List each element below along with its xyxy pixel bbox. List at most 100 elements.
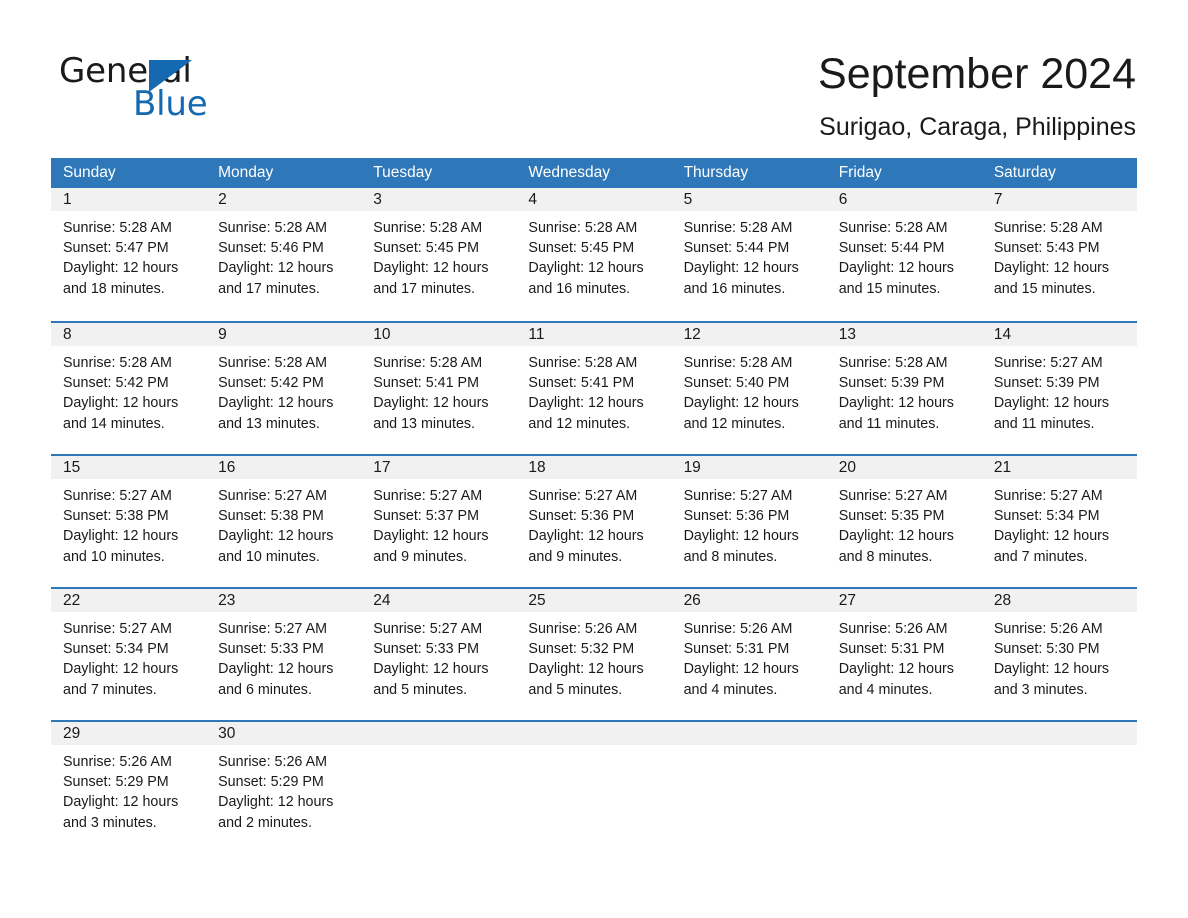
calendar-day-cell[interactable]: 16 Sunrise: 5:27 AM Sunset: 5:38 PM Dayligh… <box>206 456 362 587</box>
day-number: 8 <box>63 326 72 343</box>
calendar-day-cell[interactable]: 3 Sunrise: 5:28 AM Sunset: 5:45 PM Daylight… <box>361 188 517 321</box>
weeks-container: 1 Sunrise: 5:28 AM Sunset: 5:47 PM Daylight… <box>51 188 1137 853</box>
sunrise-text: Sunrise: 5:26 AM <box>683 621 793 637</box>
calendar-page: General Blue September 2024 Surigao, Car… <box>0 0 1188 918</box>
calendar-day-cell[interactable]: 4 Sunrise: 5:28 AM Sunset: 5:45 PM Daylight… <box>516 188 672 321</box>
day-number-band: 16 <box>206 456 362 479</box>
day-number-band: 15 <box>51 456 207 479</box>
daylight-text: Daylight: 12 hours and 13 minutes. <box>218 395 334 432</box>
weekday-header-friday: Friday <box>838 164 882 181</box>
day-number: 5 <box>683 191 693 208</box>
calendar-day-cell[interactable]: 15 Sunrise: 5:27 AM Sunset: 5:38 PM Dayligh… <box>51 456 207 587</box>
sunrise-text: Sunrise: 5:28 AM <box>218 220 328 236</box>
sunset-text: Sunset: 5:33 PM <box>373 641 479 658</box>
calendar-day-cell[interactable]: 22 Sunrise: 5:27 AM Sunset: 5:34 PM Dayligh… <box>51 589 207 720</box>
calendar-day-cell[interactable]: 7 Sunrise: 5:28 AM Sunset: 5:43 PM Daylight… <box>981 188 1137 321</box>
sunrise-text: Sunrise: 5:27 AM <box>373 488 483 504</box>
day-number-band: 22 <box>51 589 207 612</box>
day-number: 1 <box>63 191 72 208</box>
calendar-day-cell[interactable]: 26 Sunrise: 5:26 AM Sunset: 5:31 PM Dayligh… <box>671 589 827 720</box>
calendar-day-cell[interactable]: 25 Sunrise: 5:26 AM Sunset: 5:32 PM Dayligh… <box>516 589 672 720</box>
weekday-header-saturday: Saturday <box>993 164 1056 181</box>
calendar-day-cell-empty <box>671 722 827 853</box>
calendar-day-cell[interactable]: 11 Sunrise: 5:28 AM Sunset: 5:41 PM Dayligh… <box>516 323 672 454</box>
calendar-day-cell[interactable]: 14 Sunrise: 5:27 AM Sunset: 5:39 PM Dayligh… <box>981 323 1137 454</box>
calendar-day-cell[interactable]: 18 Sunrise: 5:27 AM Sunset: 5:36 PM Dayligh… <box>516 456 672 587</box>
calendar-day-cell[interactable]: 2 Sunrise: 5:28 AM Sunset: 5:46 PM Daylight… <box>206 188 362 321</box>
daylight-text: Daylight: 12 hours and 9 minutes. <box>528 528 644 565</box>
calendar-week-row: 1 Sunrise: 5:28 AM Sunset: 5:47 PM Daylight… <box>51 188 1137 321</box>
day-number: 30 <box>218 725 236 742</box>
day-number-band: 25 <box>516 589 672 612</box>
calendar-day-cell[interactable]: 17 Sunrise: 5:27 AM Sunset: 5:37 PM Dayligh… <box>361 456 517 587</box>
day-details: Sunrise: 5:28 AM Sunset: 5:44 PM Daylight:… <box>672 211 827 299</box>
sunrise-text: Sunrise: 5:28 AM <box>373 220 483 236</box>
day-number-band: 27 <box>826 589 982 612</box>
calendar-day-cell[interactable]: 12 Sunrise: 5:28 AM Sunset: 5:40 PM Dayligh… <box>671 323 827 454</box>
daylight-text: Daylight: 12 hours and 4 minutes. <box>683 661 799 698</box>
sunrise-text: Sunrise: 5:27 AM <box>373 621 483 637</box>
calendar-day-cell[interactable]: 29 Sunrise: 5:26 AM Sunset: 5:29 PM Dayligh… <box>51 722 207 853</box>
sunset-text: Sunset: 5:29 PM <box>218 774 324 791</box>
daylight-text: Daylight: 12 hours and 11 minutes. <box>993 395 1110 432</box>
sunset-text: Sunset: 5:30 PM <box>993 641 1100 658</box>
title-block: September 2024 Surigao, Caraga, Philippi… <box>818 48 1136 142</box>
sunset-text: Sunset: 5:34 PM <box>63 641 169 658</box>
daylight-text: Daylight: 12 hours and 10 minutes. <box>63 528 179 565</box>
day-details: Sunrise: 5:28 AM Sunset: 5:42 PM Daylight:… <box>206 346 361 434</box>
sunset-text: Sunset: 5:38 PM <box>218 508 324 525</box>
calendar-day-cell[interactable]: 24 Sunrise: 5:27 AM Sunset: 5:33 PM Dayligh… <box>361 589 517 720</box>
sunrise-text: Sunrise: 5:27 AM <box>528 488 638 504</box>
daylight-text: Daylight: 12 hours and 17 minutes. <box>373 260 489 297</box>
calendar-day-cell[interactable]: 28 Sunrise: 5:26 AM Sunset: 5:30 PM Dayligh… <box>981 589 1137 720</box>
day-number: 12 <box>683 326 701 343</box>
day-number-band: 30 <box>206 722 362 745</box>
calendar-day-cell[interactable]: 21 Sunrise: 5:27 AM Sunset: 5:34 PM Dayligh… <box>981 456 1137 587</box>
day-details: Sunrise: 5:26 AM Sunset: 5:29 PM Daylight:… <box>51 745 206 833</box>
calendar-week-row: 29 Sunrise: 5:26 AM Sunset: 5:29 PM Dayligh… <box>51 720 1137 853</box>
calendar-day-cell[interactable]: 9 Sunrise: 5:28 AM Sunset: 5:42 PM Daylight… <box>206 323 362 454</box>
calendar-day-cell[interactable]: 10 Sunrise: 5:28 AM Sunset: 5:41 PM Dayligh… <box>361 323 517 454</box>
calendar-day-cell[interactable]: 8 Sunrise: 5:28 AM Sunset: 5:42 PM Daylight… <box>51 323 207 454</box>
sunset-text: Sunset: 5:31 PM <box>838 641 945 658</box>
day-number: 21 <box>993 459 1012 476</box>
day-details: Sunrise: 5:26 AM Sunset: 5:29 PM Daylight:… <box>206 745 361 833</box>
day-number-band: 19 <box>671 456 827 479</box>
day-number: 26 <box>683 592 701 609</box>
sunset-text: Sunset: 5:36 PM <box>683 508 790 525</box>
day-number: 15 <box>63 459 81 476</box>
calendar-day-cell-empty <box>981 722 1137 853</box>
day-number: 14 <box>993 326 1012 343</box>
calendar-day-cell[interactable]: 19 Sunrise: 5:27 AM Sunset: 5:36 PM Dayligh… <box>671 456 827 587</box>
sunset-text: Sunset: 5:43 PM <box>993 240 1100 257</box>
page-title: September 2024 <box>818 50 1136 98</box>
calendar-week-row: 22 Sunrise: 5:27 AM Sunset: 5:34 PM Dayligh… <box>51 587 1137 720</box>
day-number-band <box>826 722 982 745</box>
weekday-header-thursday: Thursday <box>683 164 749 181</box>
sunset-text: Sunset: 5:38 PM <box>63 508 169 525</box>
daylight-text: Daylight: 12 hours and 9 minutes. <box>373 528 489 565</box>
calendar-day-cell[interactable]: 23 Sunrise: 5:27 AM Sunset: 5:33 PM Dayligh… <box>206 589 362 720</box>
calendar-day-cell[interactable]: 5 Sunrise: 5:28 AM Sunset: 5:44 PM Daylight… <box>671 188 827 321</box>
weekday-header-wednesday: Wednesday <box>528 164 610 181</box>
sunset-text: Sunset: 5:42 PM <box>63 375 169 392</box>
day-number-band: 24 <box>361 589 517 612</box>
calendar-day-cell[interactable]: 20 Sunrise: 5:27 AM Sunset: 5:35 PM Dayligh… <box>826 456 982 587</box>
daylight-text: Daylight: 12 hours and 13 minutes. <box>373 395 489 432</box>
calendar-day-cell[interactable]: 30 Sunrise: 5:26 AM Sunset: 5:29 PM Dayligh… <box>206 722 362 853</box>
calendar-day-cell[interactable]: 1 Sunrise: 5:28 AM Sunset: 5:47 PM Daylight… <box>51 188 207 321</box>
calendar-day-cell[interactable]: 13 Sunrise: 5:28 AM Sunset: 5:39 PM Dayligh… <box>826 323 982 454</box>
sunset-text: Sunset: 5:34 PM <box>993 508 1100 525</box>
sunrise-text: Sunrise: 5:27 AM <box>838 488 948 504</box>
sunrise-text: Sunrise: 5:28 AM <box>63 220 172 236</box>
calendar-day-cell[interactable]: 27 Sunrise: 5:26 AM Sunset: 5:31 PM Dayligh… <box>826 589 982 720</box>
daylight-text: Daylight: 12 hours and 16 minutes. <box>683 260 799 297</box>
sunset-text: Sunset: 5:42 PM <box>218 375 324 392</box>
calendar-day-cell[interactable]: 6 Sunrise: 5:28 AM Sunset: 5:44 PM Daylight… <box>826 188 982 321</box>
day-details: Sunrise: 5:27 AM Sunset: 5:38 PM Daylight:… <box>206 479 361 567</box>
day-details: Sunrise: 5:26 AM Sunset: 5:30 PM Daylight:… <box>982 612 1137 700</box>
day-number-band: 12 <box>671 323 827 346</box>
generalblue-logo[interactable]: General Blue <box>59 52 289 124</box>
day-number-band: 29 <box>51 722 207 745</box>
day-number-band: 7 <box>981 188 1137 211</box>
